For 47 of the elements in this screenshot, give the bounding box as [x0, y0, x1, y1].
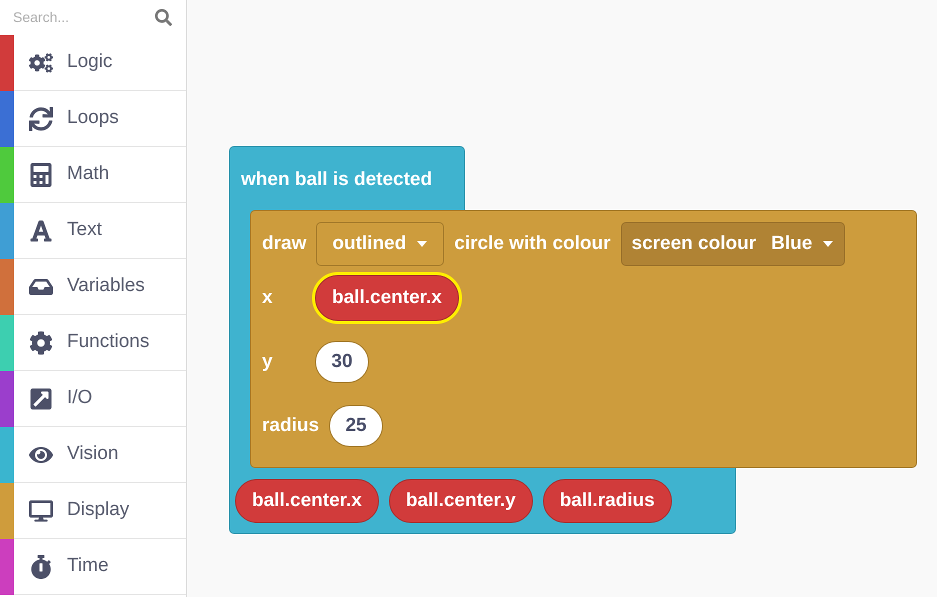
category-label: Loops	[67, 106, 119, 130]
category-item[interactable]: Time	[0, 539, 186, 595]
colour-dropdown[interactable]: Blue	[771, 230, 834, 258]
draw-block[interactable]: draw outlined circle with colour screen colour Blue x ball.center.x y 30 radius 25	[250, 210, 917, 468]
category-label: Functions	[67, 330, 150, 354]
category-label: Time	[67, 554, 109, 578]
category-item[interactable]: Variables	[0, 259, 186, 315]
category-item[interactable]: Vision	[0, 427, 186, 483]
category-label: Text	[67, 218, 102, 242]
variable-block[interactable]: ball.center.x	[315, 275, 459, 321]
category-label: I/O	[67, 386, 92, 410]
block-text: circle with colour	[454, 232, 611, 256]
number-field[interactable]: 25	[329, 405, 384, 447]
category-item[interactable]: Functions	[0, 315, 186, 371]
block-text: draw	[262, 232, 306, 256]
category-item[interactable]: I/O	[0, 371, 186, 427]
letter-icon	[28, 218, 52, 242]
input-label: radius	[262, 414, 320, 438]
category-label: Display	[67, 498, 130, 522]
category-label: Vision	[67, 442, 118, 466]
calculator-icon	[28, 162, 52, 186]
category-item[interactable]: Logic	[0, 35, 186, 91]
colour-block[interactable]: screen colour Blue	[620, 222, 846, 266]
search-icon	[155, 9, 172, 26]
sync-arrows-icon	[28, 106, 52, 130]
argument-block[interactable]: ball.radius	[542, 479, 672, 523]
search-field[interactable]: Search...	[13, 7, 155, 28]
number-field[interactable]: 30	[315, 341, 369, 383]
category-item[interactable]: Loops	[0, 91, 186, 147]
gears-icon	[28, 50, 52, 74]
category-item[interactable]: Display	[0, 483, 186, 539]
colour-label: screen colour	[632, 232, 756, 256]
monitor-icon	[28, 498, 52, 522]
category-label: Logic	[67, 50, 112, 74]
stopwatch-icon	[28, 554, 52, 578]
category-item[interactable]: Text	[0, 203, 186, 259]
argument-block[interactable]: ball.center.y	[388, 479, 533, 523]
event-title: when ball is detected	[241, 168, 432, 192]
category-label: Math	[67, 162, 110, 186]
caret-icon	[416, 240, 428, 248]
category-item[interactable]: Math	[0, 147, 186, 203]
gear-icon	[28, 330, 52, 354]
caret-icon	[822, 240, 834, 248]
argument-block[interactable]: ball.center.x	[235, 479, 379, 523]
input-label: y	[262, 350, 274, 374]
input-label: x	[262, 286, 274, 310]
category-label: Variables	[67, 274, 145, 298]
